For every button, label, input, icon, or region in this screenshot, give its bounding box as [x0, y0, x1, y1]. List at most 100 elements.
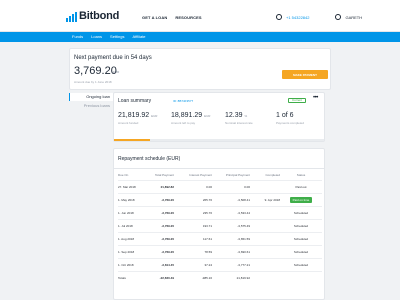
table-cell: 1. Jun 2018: [118, 206, 144, 220]
paid-on-time-badge: Paid on time: [289, 196, 313, 203]
stat-value: 21,819.92: [118, 112, 150, 119]
stat-currency: EUR: [151, 114, 158, 118]
sub-nav: Funds Loans Settings Affiliate: [0, 32, 400, 42]
table-cell: -3,508.41: [212, 193, 250, 207]
totals-cell: 21,819.92: [236, 275, 250, 280]
loan-summary-title: Loan summary: [118, 98, 152, 104]
table-cell: -3,575.49: [212, 219, 250, 233]
stat-label: Payments completed: [276, 121, 305, 125]
phone-icon: [276, 14, 282, 20]
phone-number[interactable]: +1 54322842: [286, 15, 309, 20]
column-header: Completed: [250, 171, 280, 181]
totals-cell: -22,660.49: [159, 275, 174, 280]
table-cell: 9. Apr 2018: [250, 193, 280, 207]
brand-name: Bitbond: [79, 10, 120, 22]
column-header: Interest Payment: [174, 171, 212, 181]
totals-cell: -985.16: [201, 275, 212, 280]
repayment-schedule-table: Due On Total Payment Interest Payment Pr…: [118, 171, 322, 284]
subnav-settings[interactable]: Settings: [110, 34, 124, 40]
table-cell: 21,892.82: [144, 180, 174, 194]
top-nav: GET A LOAN RESOURCES: [142, 15, 202, 20]
table-cell: 0.00: [174, 180, 212, 194]
table-cell: Scheduled: [280, 219, 322, 233]
stat-value: 18,891.29: [171, 112, 203, 119]
table-cell: -3,777.21: [212, 258, 250, 272]
stat-currency: EUR: [204, 114, 211, 118]
totals-row: Totals -22,660.49 -985.16 21,819.92: [118, 271, 322, 284]
user-name[interactable]: GARETH: [345, 15, 362, 20]
table-cell: 235.76: [174, 206, 212, 220]
table-cell: -3,651.59: [212, 232, 250, 246]
stat-interest-rate: 12.39 % Nominal interest rate: [225, 112, 253, 125]
table-cell: 1. Oct 2018: [118, 258, 144, 272]
make-payment-button[interactable]: MAKE PAYMENT: [282, 70, 328, 79]
table-cell: -3,690.61: [212, 245, 250, 259]
table-cell: Scheduled: [280, 232, 322, 246]
stat-label: Amount left to pay: [171, 121, 196, 125]
next-payment-card: Next payment due in 54 days 3,769.20 EUR…: [69, 48, 331, 90]
table-cell: [250, 245, 280, 259]
table-cell: 265.76: [174, 193, 212, 207]
repayment-progress-bar: [114, 139, 324, 141]
table-cell: [250, 180, 280, 194]
repayment-progress-fill: [114, 139, 150, 141]
column-header: Due On: [118, 171, 144, 181]
stat-amount-funded: 21,819.92 EUR Amount funded: [118, 112, 157, 125]
table-cell: Paid out: [280, 180, 322, 194]
column-header: Status: [280, 171, 322, 181]
table-cell: -3,769.20: [144, 206, 174, 220]
table-row: 27. Mar 2018 21,892.82 0.00 0.00 Paid ou…: [118, 180, 322, 194]
account-area: +1 54322842 GARETH: [276, 14, 362, 20]
top-header: Bitbond GET A LOAN RESOURCES +1 54322842…: [0, 0, 400, 32]
table-row: 1. Jun 2018 -3,769.20 235.76 -3,533.44 S…: [118, 206, 322, 220]
table-row: 1. Jul 2018 -3,769.20 193.71 -3,575.49 S…: [118, 219, 322, 233]
nav-get-a-loan[interactable]: GET A LOAN: [142, 15, 167, 20]
more-options-icon[interactable]: •••: [313, 95, 318, 101]
nav-resources[interactable]: RESOURCES: [175, 15, 201, 20]
table-cell: 37.24: [174, 258, 212, 272]
totals-label: Totals: [118, 275, 126, 280]
table-cell: [250, 206, 280, 220]
next-payment-note: Amount due by 1 June 2018: [74, 80, 112, 84]
column-header: Principal Payment: [212, 171, 250, 181]
table-row: 1. Oct 2018 -3,814.45 37.24 -3,777.21 Sc…: [118, 258, 322, 272]
user-avatar-icon[interactable]: [335, 14, 342, 20]
subnav-loans[interactable]: Loans: [91, 34, 102, 40]
totals-cell: [280, 271, 322, 284]
table-row: 1. Sep 2018 -3,769.20 78.59 -3,690.61 Sc…: [118, 245, 322, 259]
table-cell: 1. Sep 2018: [118, 245, 144, 259]
table-cell: 27. Mar 2018: [118, 180, 144, 194]
table-cell: [250, 219, 280, 233]
table-cell: -3,814.45: [144, 258, 174, 272]
table-cell: [250, 258, 280, 272]
table-cell: [250, 232, 280, 246]
table-cell: 1. May 2018: [118, 193, 144, 207]
loan-sidebar: Ongoing loan Previous loans: [69, 93, 114, 110]
table-cell: -3,769.20: [144, 245, 174, 259]
table-cell: Scheduled: [280, 245, 322, 259]
loan-id-link[interactable]: ID: 8B74F3577: [173, 99, 193, 103]
next-payment-currency: EUR: [113, 70, 120, 74]
table-cell: -3,533.44: [212, 206, 250, 220]
table-cell: -3,769.20: [144, 219, 174, 233]
table-cell: 78.59: [174, 245, 212, 259]
subnav-affiliate[interactable]: Affiliate: [132, 34, 145, 40]
stat-label: Nominal interest rate: [225, 121, 253, 125]
table-cell: -3,769.20: [144, 193, 174, 207]
status-badge: Current: [288, 98, 306, 103]
sidebar-item-ongoing-loan[interactable]: Ongoing loan: [69, 93, 114, 101]
table-cell: 1. Jul 2018: [118, 219, 144, 233]
brand-logo[interactable]: Bitbond: [66, 11, 119, 22]
repayment-schedule-title: Repayment schedule (EUR): [118, 156, 181, 162]
sidebar-item-previous-loans[interactable]: Previous loans: [69, 101, 114, 110]
table-cell: 1. Aug 2018: [118, 232, 144, 246]
logo-bars-icon: [66, 12, 77, 22]
table-row: 1. May 2018 -3,769.20 265.76 -3,508.41 9…: [118, 193, 322, 207]
subnav-funds[interactable]: Funds: [72, 34, 83, 40]
stat-payments-completed: 1 of 6 Payments completed: [276, 112, 304, 125]
next-payment-title: Next payment due in 54 days: [74, 55, 152, 61]
table-cell: 193.71: [174, 219, 212, 233]
repayment-schedule-card: Repayment schedule (EUR) Due On Total Pa…: [113, 148, 325, 300]
stat-label: Amount funded: [118, 121, 139, 125]
totals-cell: [250, 271, 280, 284]
